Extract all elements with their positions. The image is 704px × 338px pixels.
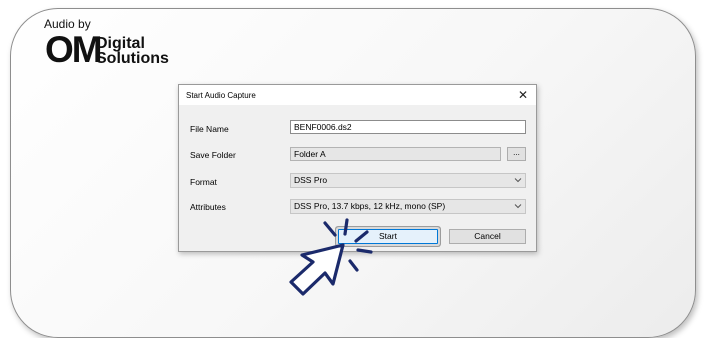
format-label: Format [190, 177, 217, 187]
save-folder-label: Save Folder [190, 150, 236, 160]
logo-name: Digital Solutions [96, 35, 169, 67]
attributes-value: DSS Pro, 13.7 kbps, 12 kHz, mono (SP) [294, 201, 446, 211]
brand-logo: Audio by OM Digital Solutions [44, 17, 169, 68]
file-name-input[interactable]: BENF0006.ds2 [290, 120, 526, 134]
logo-name-line2: Solutions [96, 50, 169, 67]
format-select[interactable]: DSS Pro [290, 173, 526, 188]
save-folder-field: Folder A [290, 147, 501, 161]
dialog-titlebar: Start Audio Capture ✕ [179, 85, 536, 105]
logo-name-line1: Digital [96, 35, 145, 52]
attributes-select[interactable]: DSS Pro, 13.7 kbps, 12 kHz, mono (SP) [290, 199, 526, 214]
chevron-down-icon [514, 178, 522, 183]
format-value: DSS Pro [294, 175, 328, 185]
cancel-button[interactable]: Cancel [449, 229, 526, 244]
close-icon[interactable]: ✕ [518, 88, 528, 102]
chevron-down-icon [514, 204, 522, 209]
hand-pointer-click-icon [289, 218, 373, 296]
logo-mark: OM [45, 29, 103, 70]
browse-folder-button[interactable]: ... [507, 147, 526, 161]
attributes-label: Attributes [190, 202, 226, 212]
dialog-title: Start Audio Capture [186, 91, 256, 100]
file-name-label: File Name [190, 124, 229, 134]
